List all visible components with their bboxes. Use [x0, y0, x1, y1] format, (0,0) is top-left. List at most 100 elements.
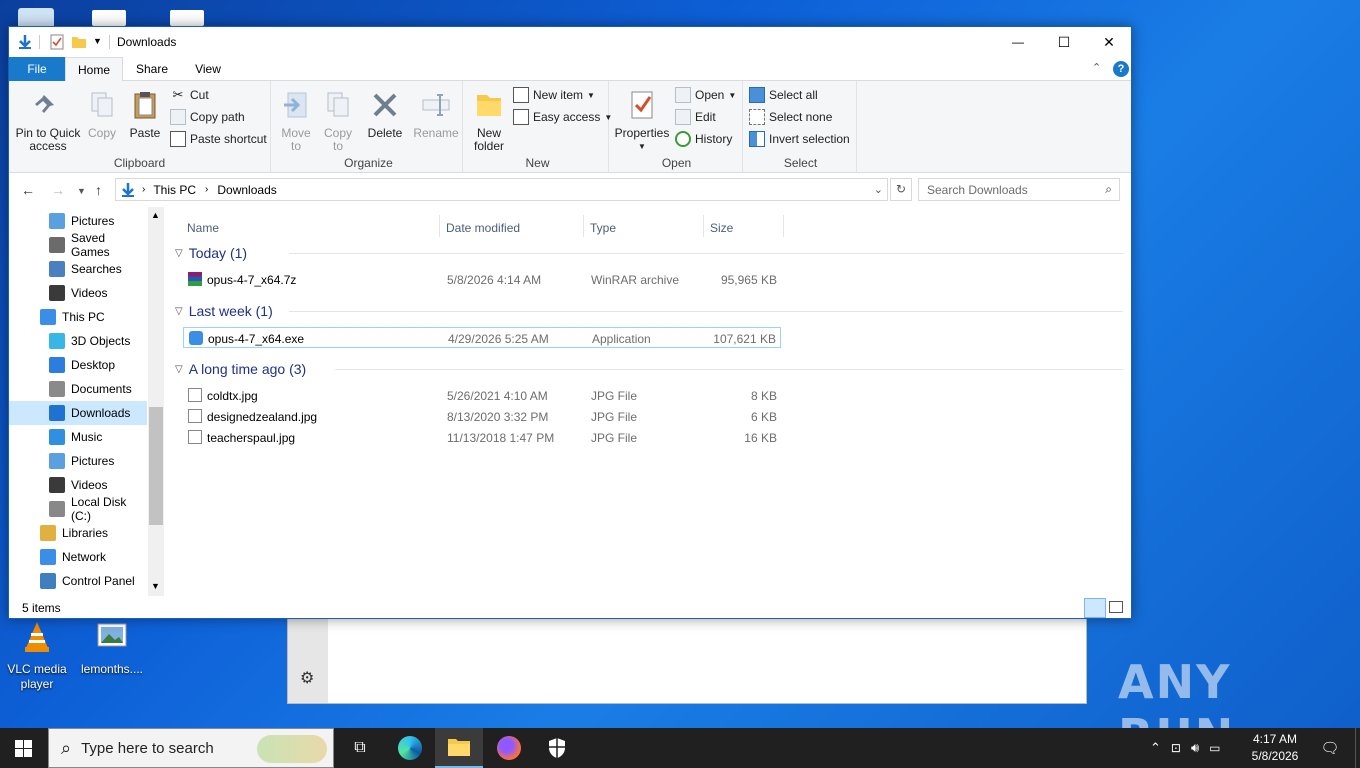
desktop-icon-partial[interactable]: [18, 8, 54, 26]
desktop-icon-lemonths[interactable]: lemonths....: [76, 620, 148, 677]
properties-check-icon[interactable]: [49, 34, 65, 50]
refresh-icon[interactable]: ↻: [890, 178, 912, 201]
sidebar-item[interactable]: Libraries: [9, 521, 147, 545]
paste-shortcut-button[interactable]: Paste shortcut: [170, 129, 267, 149]
file-list[interactable]: Name Date modified Type Size ▽ Today (1) o…: [169, 207, 1131, 597]
select-none-button[interactable]: Select none: [749, 107, 832, 127]
desktop-icon-partial[interactable]: [92, 10, 126, 26]
group-header[interactable]: ▽ Today (1): [175, 243, 247, 263]
file-explorer-taskbar-icon[interactable]: [435, 728, 483, 768]
copy-path-button[interactable]: Copy path: [170, 107, 245, 127]
group-collapse-chevron-icon[interactable]: ▽: [175, 306, 183, 317]
file-row[interactable]: opus-4-7_x64.exe 4/29/2026 5:25 AM Applica…: [183, 327, 781, 348]
edit-button[interactable]: Edit: [675, 107, 716, 127]
settings-gear-icon[interactable]: ⚙: [300, 668, 314, 688]
volume-icon[interactable]: 🔊︎: [1191, 740, 1199, 756]
copy-button[interactable]: Copy: [85, 89, 119, 140]
sidebar-item[interactable]: Pictures: [9, 449, 147, 473]
search-input[interactable]: Search Downloads ⌕: [918, 178, 1120, 201]
back-arrow-icon[interactable]: ←: [21, 182, 35, 198]
column-header-type[interactable]: Type: [584, 215, 704, 237]
pin-to-quick-access-button[interactable]: Pin to Quick access: [13, 89, 83, 153]
new-folder-button[interactable]: New folder: [469, 89, 509, 153]
column-header-date-modified[interactable]: Date modified: [440, 215, 584, 237]
meet-now-icon[interactable]: ⊡: [1171, 741, 1181, 755]
delete-button[interactable]: Delete: [365, 89, 405, 140]
paste-button[interactable]: Paste: [125, 89, 165, 140]
notification-center-icon[interactable]: 🗨︎: [1306, 728, 1354, 768]
file-row[interactable]: teacherspaul.jpg 11/13/2018 1:47 PM JPG Fi…: [183, 427, 781, 448]
tab-file[interactable]: File: [9, 57, 65, 81]
sidebar-item[interactable]: Network: [9, 545, 147, 569]
edge-browser-icon[interactable]: [386, 728, 434, 768]
close-button[interactable]: ✕: [1086, 27, 1132, 57]
move-to-button[interactable]: Move to: [279, 89, 313, 153]
address-bar[interactable]: › This PC › Downloads ⌄: [115, 178, 888, 201]
title-bar[interactable]: ▼ Downloads — ☐ ✕: [9, 27, 1131, 57]
help-icon[interactable]: ?: [1113, 61, 1129, 77]
clock[interactable]: 4:17 AM 5/8/2026: [1240, 731, 1310, 765]
properties-button[interactable]: Properties ▼: [613, 89, 671, 153]
new-item-button[interactable]: New item ▼: [513, 85, 595, 105]
desktop-icon-vlc[interactable]: VLC media player: [1, 620, 73, 692]
cut-button[interactable]: ✂ Cut: [170, 85, 209, 105]
column-header-size[interactable]: Size: [704, 215, 784, 237]
tab-share[interactable]: Share: [127, 57, 177, 81]
breadcrumb-separator-icon[interactable]: ›: [142, 184, 145, 195]
scroll-up-arrow-icon[interactable]: ▲: [151, 210, 160, 220]
file-row[interactable]: designedzealand.jpg 8/13/2020 3:32 PM JPG …: [183, 406, 781, 427]
windows-start-icon[interactable]: [15, 740, 32, 757]
scroll-down-arrow-icon[interactable]: ▼: [151, 581, 160, 591]
background-window[interactable]: ⚙: [287, 612, 1087, 704]
sidebar-item[interactable]: Downloads: [9, 401, 147, 425]
minimize-button[interactable]: —: [995, 27, 1041, 57]
sidebar-item[interactable]: Pictures: [9, 209, 147, 233]
navigation-scrollbar[interactable]: ▲ ▼: [148, 207, 164, 596]
forward-arrow-icon[interactable]: →: [51, 182, 65, 198]
network-tray-icon[interactable]: ▭: [1209, 741, 1220, 755]
group-collapse-chevron-icon[interactable]: ▽: [175, 364, 183, 375]
sidebar-item[interactable]: Searches: [9, 257, 147, 281]
sidebar-item[interactable]: Desktop: [9, 353, 147, 377]
select-all-button[interactable]: Select all: [749, 85, 818, 105]
sidebar-item[interactable]: Local Disk (C:): [9, 495, 147, 523]
invert-selection-button[interactable]: Invert selection: [749, 129, 850, 149]
sidebar-item[interactable]: This PC: [9, 305, 147, 329]
address-dropdown-chevron-icon[interactable]: ⌄: [874, 183, 883, 196]
rename-button[interactable]: Rename: [413, 89, 459, 140]
show-desktop-button[interactable]: [1355, 728, 1360, 768]
file-row[interactable]: opus-4-7_x64.7z 5/8/2026 4:14 AM WinRAR ar…: [183, 269, 781, 290]
sidebar-item[interactable]: Music: [9, 425, 147, 449]
easy-access-button[interactable]: Easy access ▼: [513, 107, 612, 127]
navigation-pane[interactable]: Pictures Saved Games Searches Videos This PC…: [9, 207, 164, 597]
maximize-button[interactable]: ☐: [1041, 27, 1087, 57]
sidebar-item[interactable]: 3D Objects: [9, 329, 147, 353]
sidebar-item[interactable]: Control Panel: [9, 569, 147, 593]
scroll-thumb[interactable]: [149, 407, 163, 525]
copy-to-button[interactable]: Copy to: [321, 89, 355, 153]
recent-locations-chevron-icon[interactable]: ▼: [77, 186, 86, 196]
up-arrow-icon[interactable]: ↑: [95, 182, 102, 198]
sidebar-item[interactable]: Videos: [9, 281, 147, 305]
sidebar-item[interactable]: Videos: [9, 473, 147, 497]
tab-view[interactable]: View: [183, 57, 233, 81]
taskbar-search-box[interactable]: ⌕ Type here to search: [48, 728, 334, 768]
large-icons-view-icon[interactable]: [1109, 601, 1123, 613]
group-header[interactable]: ▽ Last week (1): [175, 301, 273, 321]
group-collapse-chevron-icon[interactable]: ▽: [175, 248, 183, 259]
breadcrumb-downloads[interactable]: Downloads: [217, 183, 276, 197]
sidebar-item[interactable]: Saved Games: [9, 231, 147, 259]
qat-dropdown-icon[interactable]: ▼: [93, 36, 102, 46]
open-button[interactable]: Open ▼: [675, 85, 736, 105]
breadcrumb-separator-icon[interactable]: ›: [205, 184, 208, 195]
new-folder-icon[interactable]: [71, 34, 87, 50]
collapse-ribbon-chevron-icon[interactable]: ⌃: [1092, 61, 1101, 74]
show-hidden-icons-chevron-icon[interactable]: ⌃: [1150, 740, 1161, 756]
group-header[interactable]: ▽ A long time ago (3): [175, 359, 306, 379]
breadcrumb-this-pc[interactable]: This PC: [153, 183, 196, 197]
sidebar-item[interactable]: Documents: [9, 377, 147, 401]
tab-home[interactable]: Home: [65, 57, 123, 82]
security-shield-icon[interactable]: [533, 728, 581, 768]
task-view-icon[interactable]: ⧉: [336, 728, 384, 768]
file-row[interactable]: coldtx.jpg 5/26/2021 4:10 AM JPG File 8 KB: [183, 385, 781, 406]
